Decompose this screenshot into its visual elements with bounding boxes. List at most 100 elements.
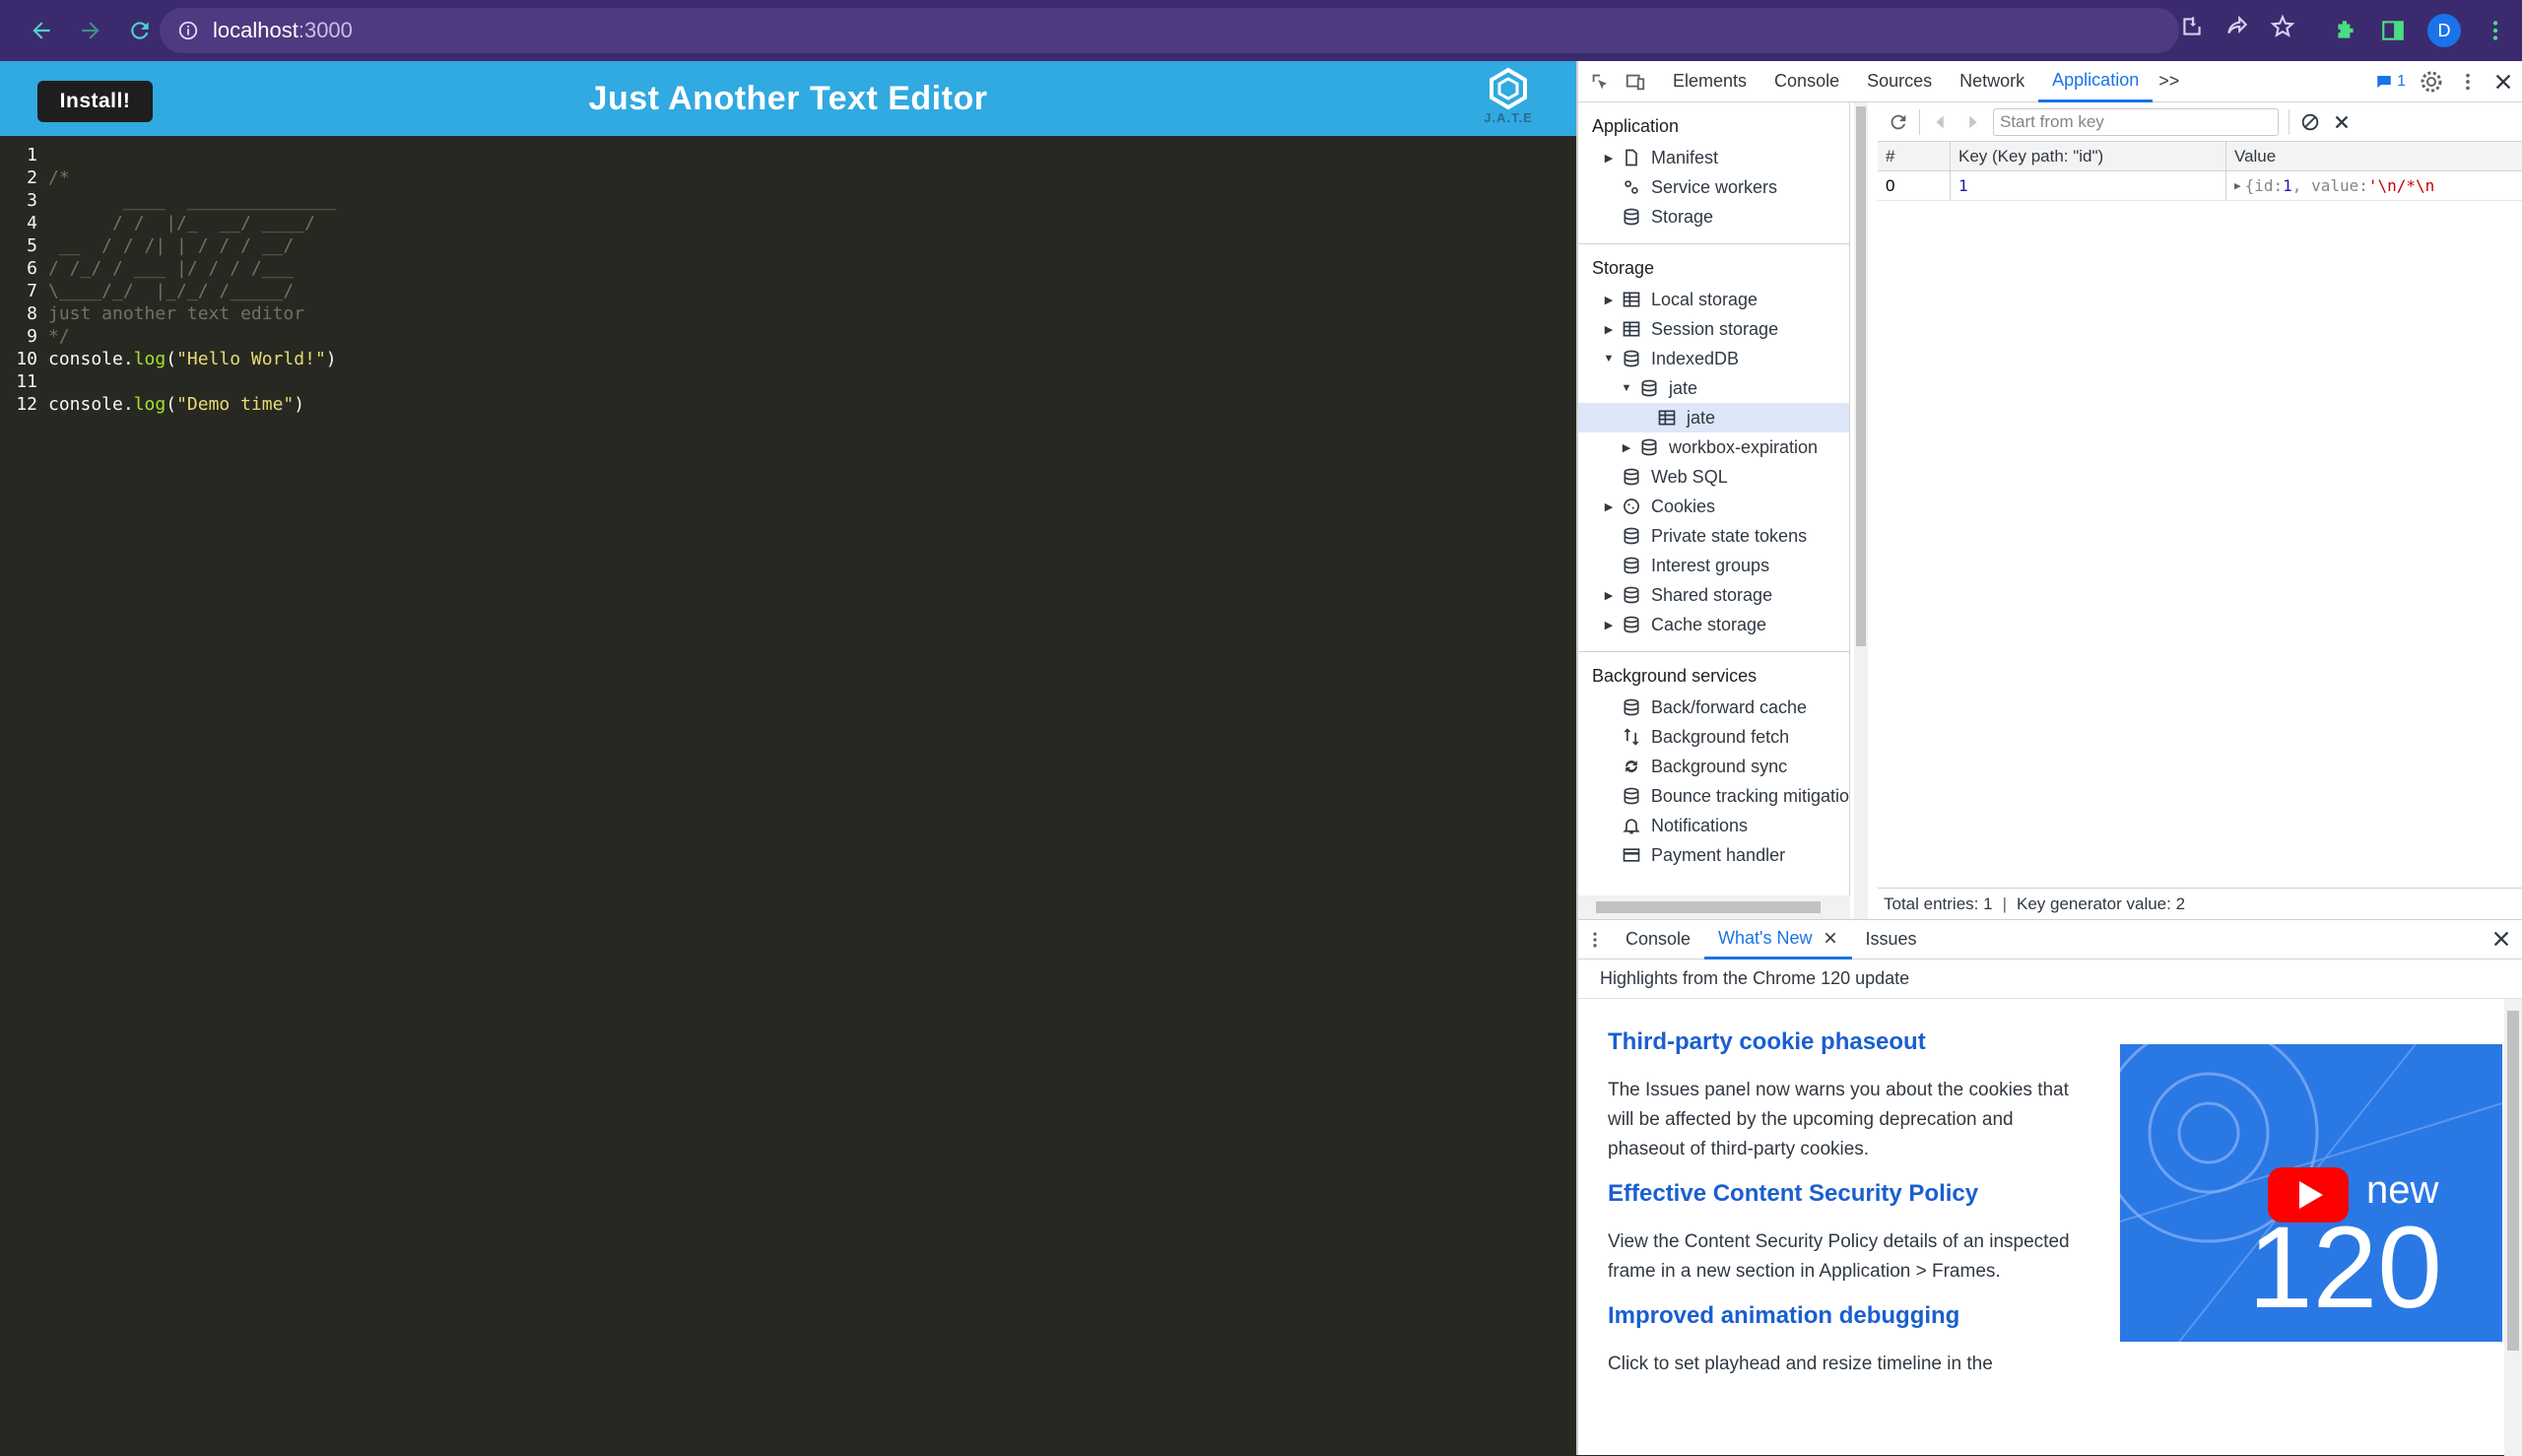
sidebar-item-background-sync[interactable]: Background sync xyxy=(1578,752,1849,781)
more-tabs-button[interactable]: >> xyxy=(2153,61,2185,102)
whats-new-header: Highlights from the Chrome 120 update xyxy=(1578,960,2522,999)
info-icon[interactable] xyxy=(177,20,199,41)
expand-caret-icon[interactable]: ▼ xyxy=(1602,353,1616,364)
profile-avatar[interactable]: D xyxy=(2427,14,2461,47)
whats-new-link[interactable]: Improved animation debugging xyxy=(1608,1302,2071,1330)
tab-sources[interactable]: Sources xyxy=(1853,61,1946,102)
code-line[interactable]: 2 /* xyxy=(0,166,1576,189)
col-value-header[interactable]: Value xyxy=(2226,142,2522,170)
sidebar-item-jate[interactable]: jate xyxy=(1578,403,1849,432)
sidebar-item-background-fetch[interactable]: Background fetch xyxy=(1578,722,1849,752)
device-toggle-button[interactable] xyxy=(1618,61,1653,102)
code-line[interactable]: 10 console.log("Hello World!") xyxy=(0,348,1576,370)
code-line[interactable]: 11 xyxy=(0,370,1576,393)
chrome-120-video-thumbnail[interactable]: new 120 xyxy=(2120,1044,2502,1342)
expand-caret-icon[interactable]: ▶ xyxy=(1602,500,1616,513)
clear-icon[interactable] xyxy=(2299,111,2321,133)
tab-elements[interactable]: Elements xyxy=(1659,61,1760,102)
sidebar-scroll-thumb[interactable] xyxy=(1856,106,1866,646)
tab-console[interactable]: Console xyxy=(1760,61,1853,102)
install-button[interactable]: Install! xyxy=(37,81,153,122)
address-bar[interactable]: localhost:3000 xyxy=(160,8,2179,53)
drawer-menu-button[interactable] xyxy=(1578,930,1612,950)
col-key-header[interactable]: Key (Key path: "id") xyxy=(1951,142,2226,170)
whats-new-link[interactable]: Third-party cookie phaseout xyxy=(1608,1028,2071,1056)
expand-caret-icon[interactable]: ▼ xyxy=(1620,382,1633,394)
table-row[interactable]: 0 1 ▶ {id: 1, value: '\n/*\n xyxy=(1878,171,2522,201)
code-line[interactable]: 1 xyxy=(0,144,1576,166)
code-line[interactable]: 4 / / |/_ __/ ____/ xyxy=(0,212,1576,234)
start-from-key-input[interactable]: Start from key xyxy=(1993,107,2279,136)
expand-caret-icon[interactable]: ▶ xyxy=(1602,619,1616,631)
tab-network[interactable]: Network xyxy=(1946,61,2038,102)
next-page-icon[interactable] xyxy=(1961,111,1983,133)
expand-caret-icon[interactable]: ▶ xyxy=(1602,589,1616,602)
expand-caret-icon[interactable]: ▶ xyxy=(1602,152,1616,165)
tab-application[interactable]: Application xyxy=(2038,61,2154,102)
sidebar-item-indexeddb[interactable]: ▼ IndexedDB xyxy=(1578,344,1849,373)
refresh-icon[interactable] xyxy=(1888,111,1909,133)
drawer-tab-console[interactable]: Console xyxy=(1612,920,1704,960)
forward-button[interactable] xyxy=(67,7,114,54)
sidebar-item-back-forward-cache[interactable]: Back/forward cache xyxy=(1578,693,1849,722)
reload-button[interactable] xyxy=(116,7,164,54)
sidebar-item-web-sql[interactable]: Web SQL xyxy=(1578,462,1849,492)
devtools-menu-icon[interactable] xyxy=(2457,71,2479,93)
sidebar-item-payment-handler[interactable]: Payment handler xyxy=(1578,840,1849,870)
sidebar-item-cache-storage[interactable]: ▶ Cache storage xyxy=(1578,610,1849,639)
expand-caret-icon[interactable]: ▶ xyxy=(2234,179,2241,192)
code-line[interactable]: 7 \____/_/ |_/_/ /_____/ xyxy=(0,280,1576,302)
line-number: 1 xyxy=(27,145,37,165)
messages-badge[interactable]: 1 xyxy=(2375,73,2406,91)
sidebar-hscrollbar[interactable] xyxy=(1578,895,1850,919)
sidebar-item-local-storage[interactable]: ▶ Local storage xyxy=(1578,285,1849,314)
sidebar-item-interest-groups[interactable]: Interest groups xyxy=(1578,551,1849,580)
expand-caret-icon[interactable]: ▶ xyxy=(1620,441,1633,454)
sidebar-item-shared-storage[interactable]: ▶ Shared storage xyxy=(1578,580,1849,610)
side-panel-icon[interactable] xyxy=(2380,18,2406,43)
whats-new-link[interactable]: Effective Content Security Policy xyxy=(1608,1180,2071,1208)
sidebar-item-notifications[interactable]: Notifications xyxy=(1578,811,1849,840)
whats-new-scroll-thumb[interactable] xyxy=(2507,1011,2519,1351)
col-index-header[interactable]: # xyxy=(1878,142,1951,170)
sidebar-item-storage[interactable]: Storage xyxy=(1578,202,1849,232)
kebab-menu-icon[interactable] xyxy=(2483,18,2508,43)
sidebar-item-jate[interactable]: ▼ jate xyxy=(1578,373,1849,403)
prev-page-icon[interactable] xyxy=(1930,111,1952,133)
code-line[interactable]: 8 just another text editor xyxy=(0,302,1576,325)
sidebar-item-cookies[interactable]: ▶ Cookies xyxy=(1578,492,1849,521)
code-line[interactable]: 3 ____ ______________ xyxy=(0,189,1576,212)
code-line[interactable]: 6 / /_/ / ___ |/ / / /___ xyxy=(0,257,1576,280)
inspect-element-button[interactable] xyxy=(1582,61,1618,102)
extensions-icon[interactable] xyxy=(2333,18,2358,43)
share-icon[interactable] xyxy=(2224,14,2250,39)
drawer-tab-what-s-new[interactable]: What's New xyxy=(1704,920,1852,960)
back-button[interactable] xyxy=(18,7,65,54)
code-line[interactable]: 12 console.log("Demo time") xyxy=(0,393,1576,416)
sidebar-item-session-storage[interactable]: ▶ Session storage xyxy=(1578,314,1849,344)
drawer-tab-issues[interactable]: Issues xyxy=(1852,920,1931,960)
document-icon xyxy=(1626,149,1637,166)
settings-icon[interactable] xyxy=(2420,70,2443,94)
sidebar-item-service-workers[interactable]: Service workers xyxy=(1578,172,1849,202)
sidebar-hscroll-thumb[interactable] xyxy=(1596,901,1821,913)
sidebar-item-bounce-tracking-mitigatio[interactable]: Bounce tracking mitigatio xyxy=(1578,781,1849,811)
expand-caret-icon[interactable]: ▶ xyxy=(1602,323,1616,336)
code-line[interactable]: 5 __ / / /| | / / / __/ xyxy=(0,234,1576,257)
code-editor[interactable]: 1 2/* 3 ____ ______________ 4 / / |/_ __/ _… xyxy=(0,136,1576,416)
sidebar-item-private-state-tokens[interactable]: Private state tokens xyxy=(1578,521,1849,551)
close-devtools-icon[interactable] xyxy=(2492,71,2514,93)
sidebar-item-label: Manifest xyxy=(1651,147,1719,167)
sidebar-scrollbar[interactable] xyxy=(1854,102,1868,919)
close-drawer-icon[interactable] xyxy=(2490,928,2512,950)
expand-caret-icon[interactable]: ▶ xyxy=(1602,294,1616,306)
row-value[interactable]: ▶ {id: 1, value: '\n/*\n xyxy=(2226,171,2522,200)
sidebar-item-manifest[interactable]: ▶ Manifest xyxy=(1578,143,1849,172)
install-app-icon[interactable] xyxy=(2179,14,2205,39)
star-icon[interactable] xyxy=(2270,14,2295,39)
delete-selected-icon[interactable] xyxy=(2331,111,2353,133)
code-line[interactable]: 9 */ xyxy=(0,325,1576,348)
close-tab-icon[interactable] xyxy=(1823,930,1838,946)
whats-new-scrollbar[interactable] xyxy=(2504,999,2522,1456)
sidebar-item-workbox-expiration[interactable]: ▶ workbox-expiration xyxy=(1578,432,1849,462)
